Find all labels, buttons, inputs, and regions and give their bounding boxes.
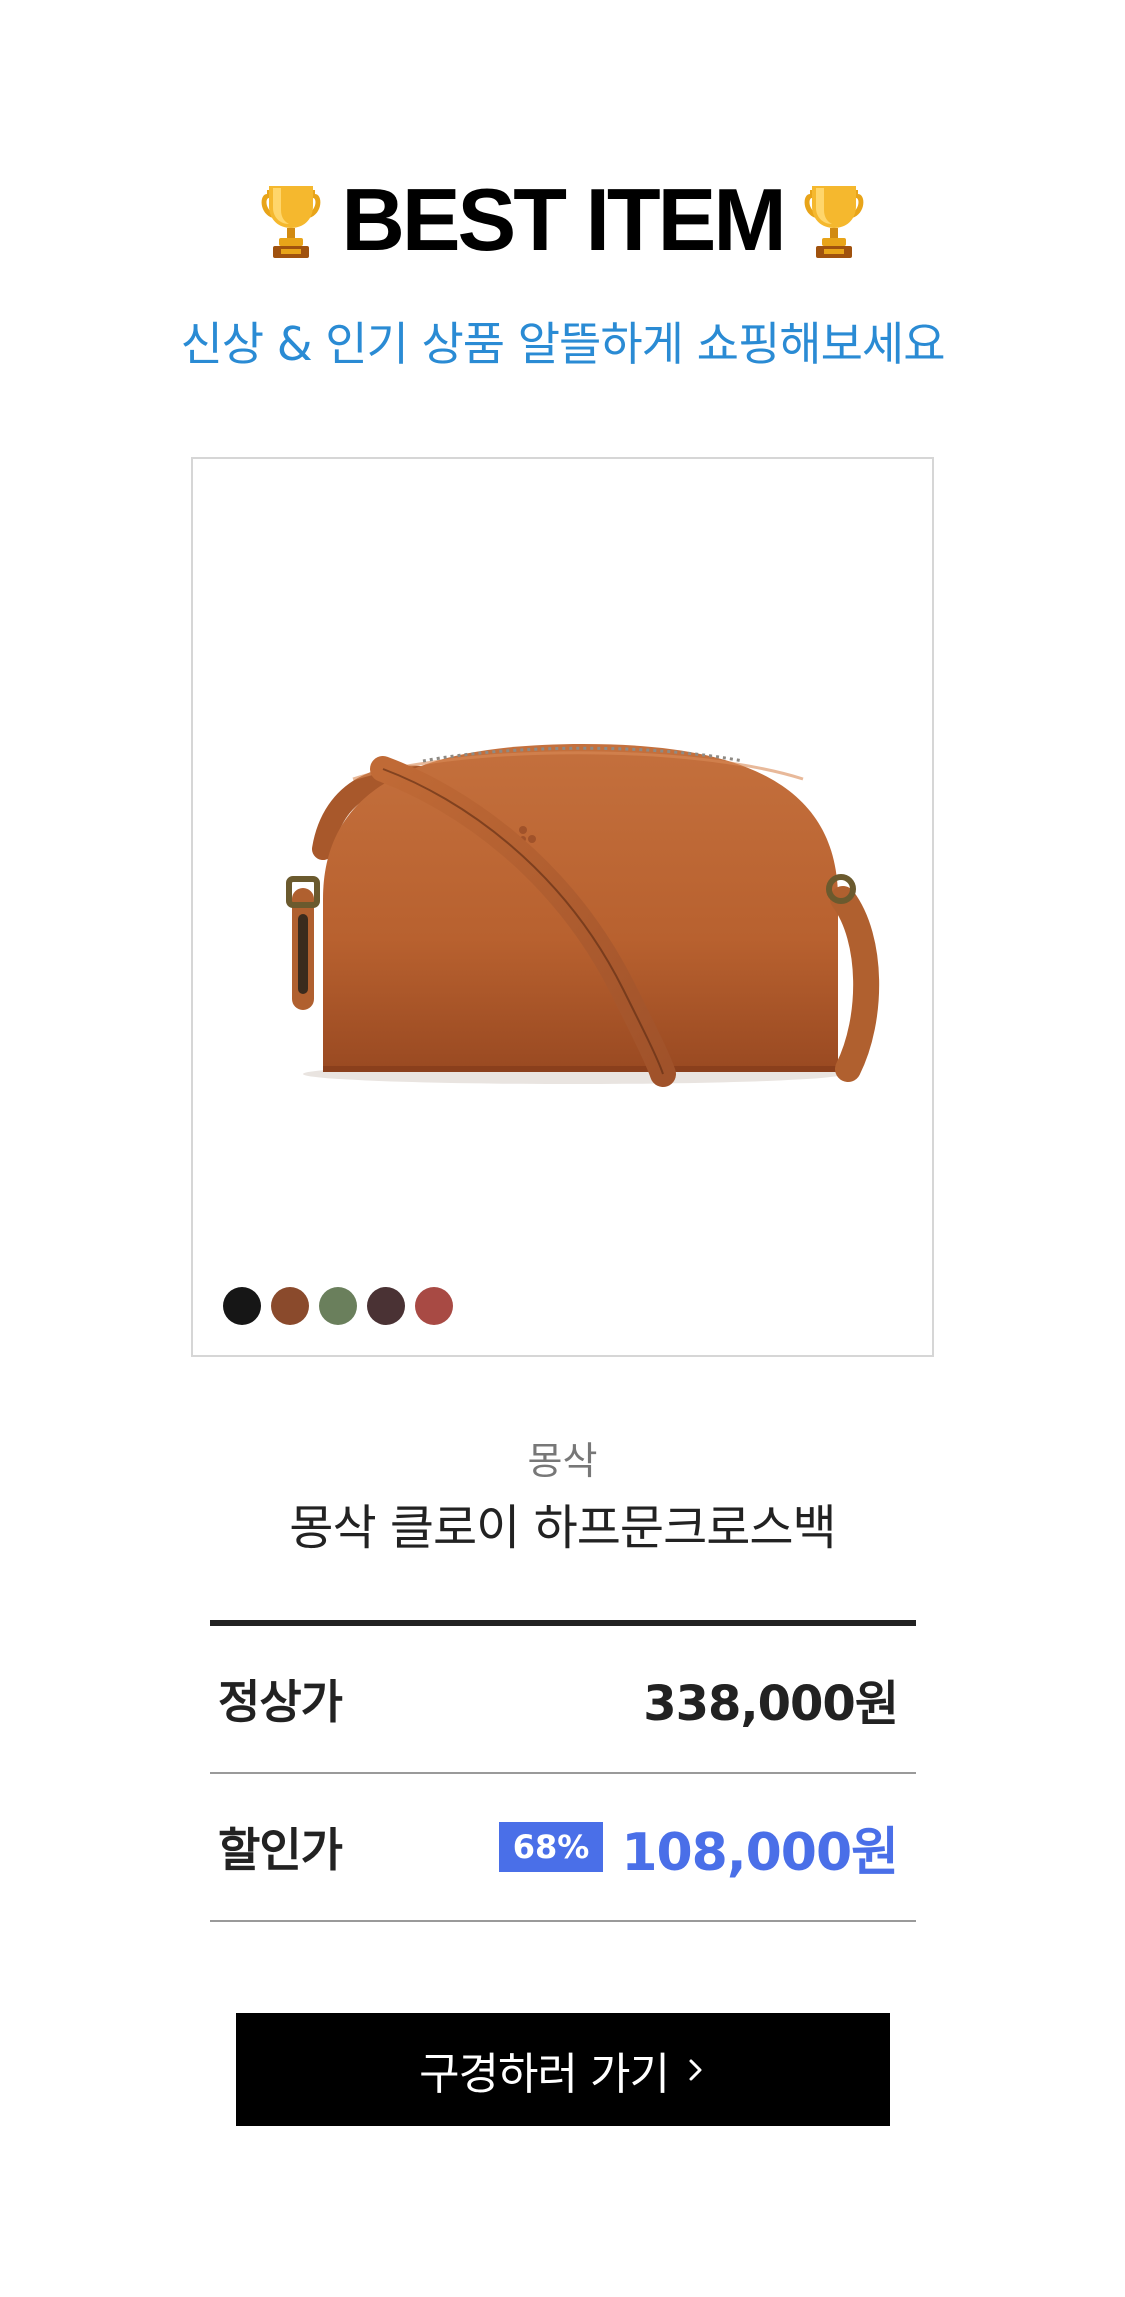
product-brand: 몽삭 <box>527 1439 598 1483</box>
trophy-icon <box>800 180 868 260</box>
price-table: 정상가 338,000원 할인가 68% 108,000원 <box>210 1620 916 1922</box>
regular-price-label: 정상가 <box>218 1675 343 1729</box>
sale-price-label: 할인가 <box>218 1823 343 1877</box>
sale-price-value: 108,000원 <box>621 1822 899 1883</box>
color-swatch[interactable] <box>271 1287 309 1325</box>
product-name[interactable]: 몽삭 클로이 하프문크로스백 <box>0 1488 1125 1558</box>
product-image <box>286 744 880 1087</box>
chevron-right-icon <box>689 2059 702 2080</box>
subtitle: 신상 & 인기 상품 알뜰하게 쇼핑해보세요 <box>180 317 945 371</box>
trophy-icon <box>257 180 325 260</box>
sale-price-group: 68% 108,000원 <box>498 1810 899 1885</box>
best-item-header: BEST ITEM 신상 & 인기 상품 알뜰하게 쇼핑해보세요 <box>0 170 1125 374</box>
color-swatch[interactable] <box>223 1287 261 1325</box>
color-swatch[interactable] <box>415 1287 453 1325</box>
browse-button-label: 구경하러 가기 <box>419 2048 670 2100</box>
product-image-card[interactable] <box>191 457 934 1357</box>
title-row: BEST ITEM <box>0 170 1125 270</box>
browse-button[interactable]: 구경하러 가기 <box>236 2013 890 2126</box>
sale-price-row: 할인가 68% 108,000원 <box>210 1774 916 1922</box>
color-swatch[interactable] <box>319 1287 357 1325</box>
color-swatch[interactable] <box>367 1287 405 1325</box>
page-title: BEST ITEM <box>341 170 786 269</box>
regular-price-value: 338,000원 <box>643 1676 899 1732</box>
regular-price-row: 정상가 338,000원 <box>210 1626 916 1774</box>
discount-badge: 68% <box>498 1822 604 1872</box>
color-swatches <box>223 1287 453 1325</box>
